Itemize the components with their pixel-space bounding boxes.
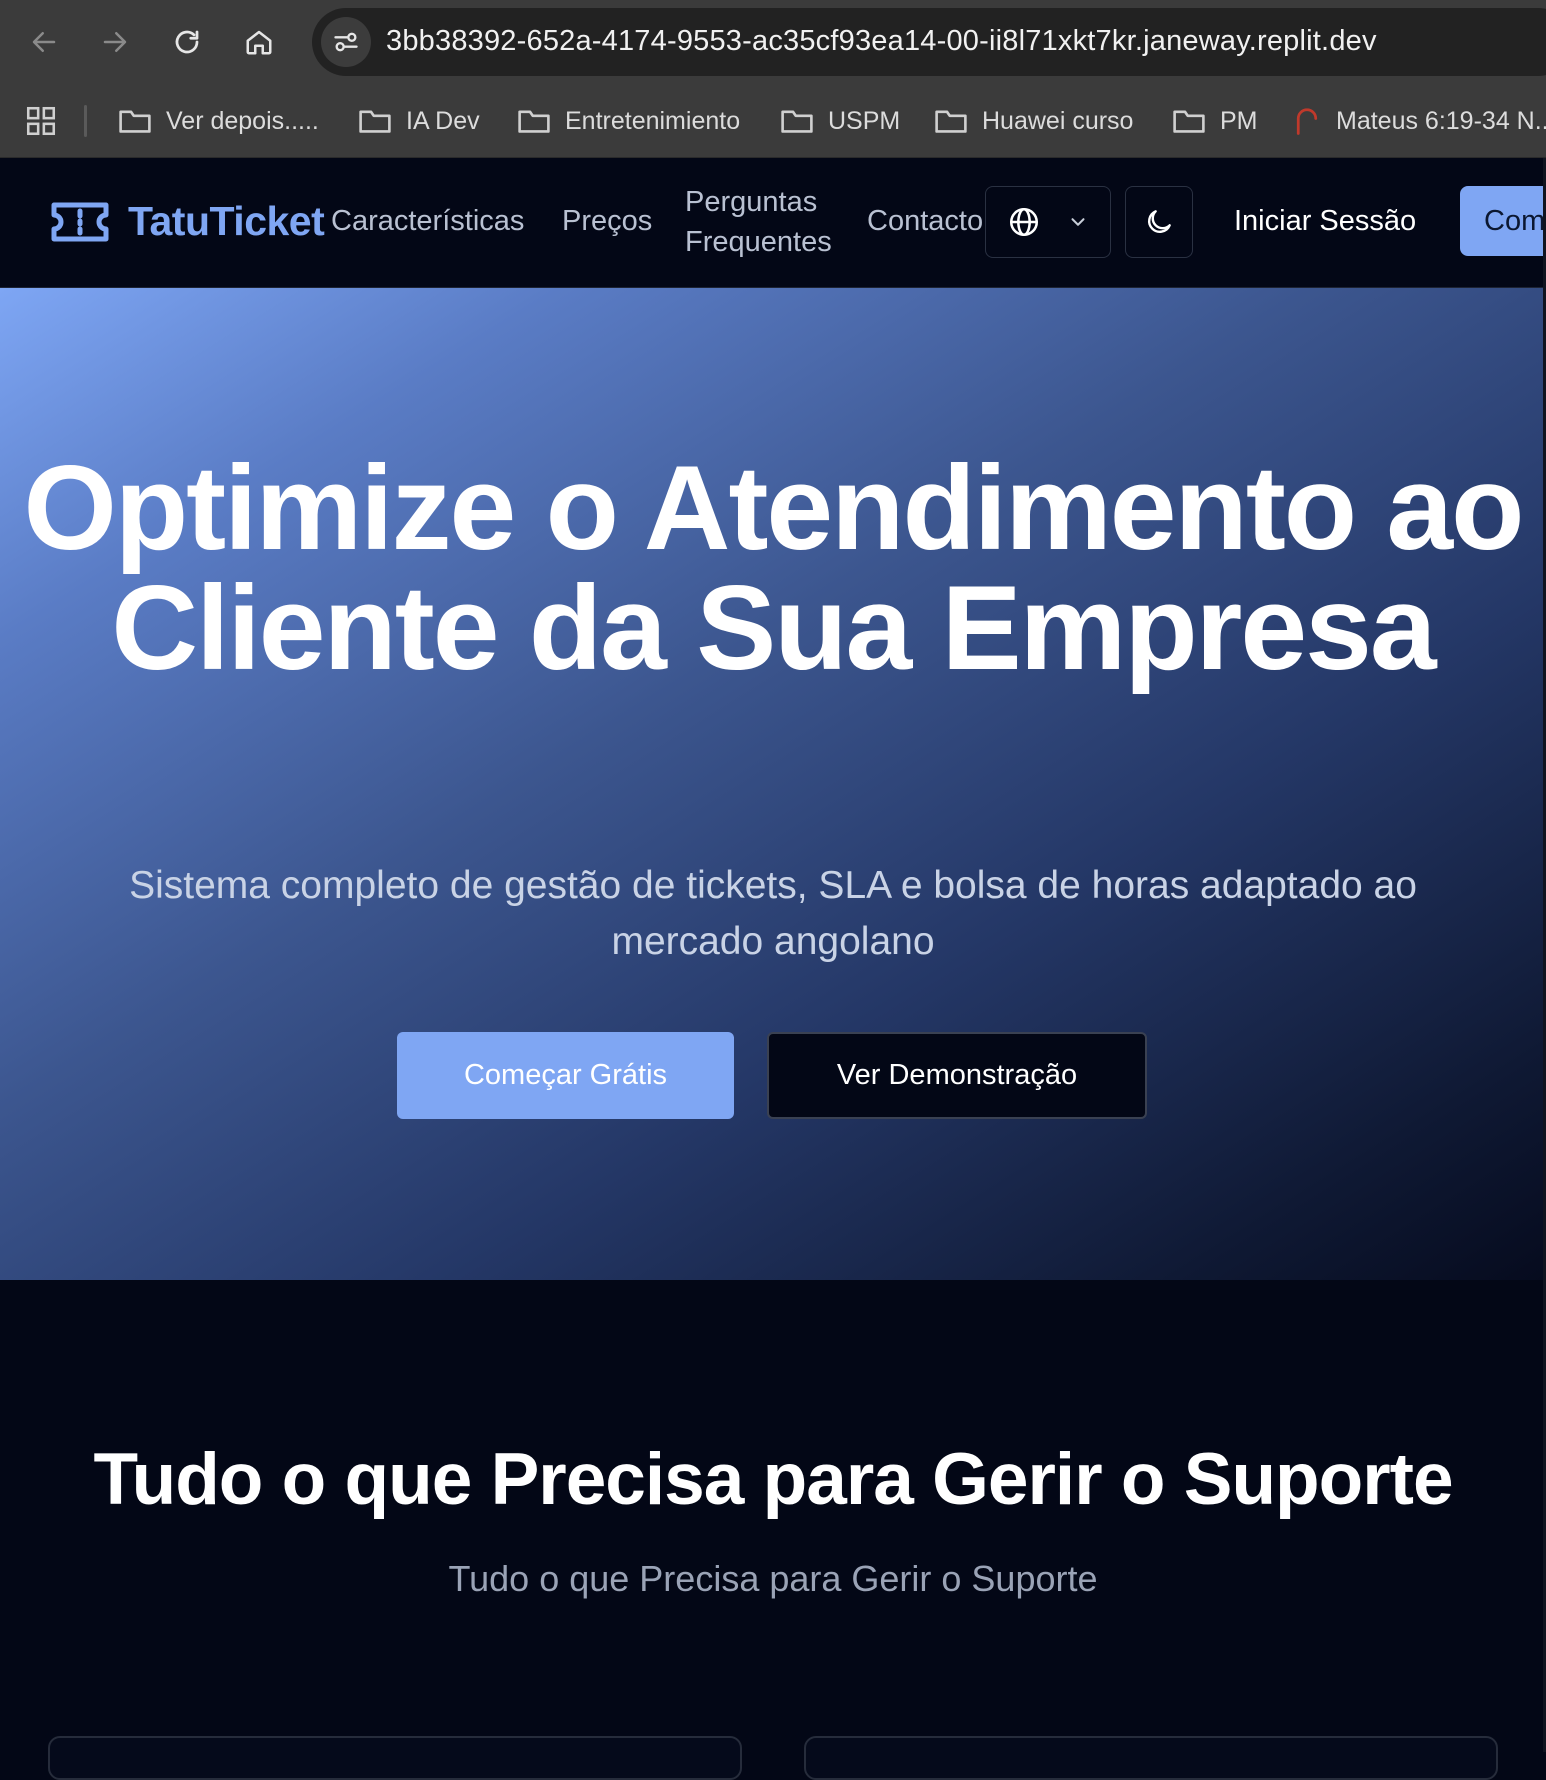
feature-card bbox=[804, 1736, 1498, 1780]
url-text[interactable]: 3bb38392-652a-4174-9553-ac35cf93ea14-00-… bbox=[386, 25, 1377, 58]
features-title: Tudo o que Precisa para Gerir o Suporte bbox=[93, 1439, 1453, 1520]
tune-icon bbox=[334, 32, 358, 52]
bookmark-label: Ver depois..... bbox=[166, 106, 319, 135]
address-bar[interactable]: 3bb38392-652a-4174-9553-ac35cf93ea14-00-… bbox=[312, 8, 1546, 76]
get-started-label: Com bbox=[1484, 205, 1546, 237]
back-button[interactable] bbox=[22, 20, 66, 64]
hero-section: Optimize o Atendimento ao Cliente da Sua… bbox=[0, 288, 1546, 1280]
ticket-icon bbox=[51, 202, 109, 241]
theme-toggle-button[interactable] bbox=[1125, 186, 1193, 258]
arrow-left-icon bbox=[32, 32, 56, 52]
reload-icon bbox=[175, 30, 199, 54]
bookmark-folder[interactable]: IA Dev bbox=[358, 103, 480, 139]
arrow-right-icon bbox=[103, 32, 127, 52]
bookmark-label: USPM bbox=[828, 106, 901, 135]
language-selector[interactable] bbox=[985, 186, 1111, 258]
bookmark-folder[interactable]: USPM bbox=[780, 103, 900, 139]
apps-grid-icon bbox=[26, 106, 56, 136]
get-started-button[interactable]: Com bbox=[1460, 186, 1546, 256]
globe-icon bbox=[1009, 207, 1039, 237]
bookmark-favicon-icon bbox=[1296, 108, 1318, 135]
chevron-down-icon bbox=[1071, 218, 1085, 226]
moon-icon bbox=[1148, 210, 1171, 233]
folder-icon bbox=[1173, 110, 1205, 133]
bookmark-link[interactable]: Mateus 6:19-34 N... bbox=[1292, 103, 1546, 139]
feature-card bbox=[48, 1736, 742, 1780]
brand-name: TatuTicket bbox=[128, 198, 325, 244]
bookmark-label: IA Dev bbox=[406, 106, 480, 135]
bookmark-label: PM bbox=[1220, 106, 1258, 135]
bookmark-label: Entretenimiento bbox=[565, 106, 741, 135]
folder-icon bbox=[518, 110, 550, 133]
nav-link-features[interactable]: Características bbox=[331, 205, 524, 238]
reload-button[interactable] bbox=[165, 20, 209, 64]
brand-logo[interactable]: TatuTicket bbox=[50, 198, 325, 245]
view-demo-button[interactable]: Ver Demonstração bbox=[767, 1032, 1147, 1119]
bookmarks-bar: Ver depois..... IA Dev Entretenimiento U… bbox=[0, 85, 1546, 158]
features-subtitle: Tudo o que Precisa para Gerir o Suporte bbox=[448, 1558, 1098, 1599]
bookmark-label: Mateus 6:19-34 N... bbox=[1336, 106, 1546, 135]
nav-link-faq[interactable]: Perguntas Frequentes bbox=[685, 182, 845, 262]
hero-title: Optimize o Atendimento ao Cliente da Sua… bbox=[23, 441, 1525, 695]
folder-icon bbox=[781, 110, 813, 133]
home-icon bbox=[246, 30, 272, 55]
login-link[interactable]: Iniciar Sessão bbox=[1234, 205, 1416, 238]
home-button[interactable] bbox=[237, 20, 281, 64]
bookmark-label: Huawei curso bbox=[982, 106, 1134, 135]
folder-icon bbox=[935, 110, 967, 133]
bookmark-folder[interactable]: Huawei curso bbox=[934, 103, 1133, 139]
start-free-button[interactable]: Começar Grátis bbox=[397, 1032, 734, 1119]
nav-link-contact[interactable]: Contacto bbox=[867, 205, 983, 238]
bookmarks-separator bbox=[84, 105, 87, 137]
apps-button[interactable] bbox=[24, 104, 58, 138]
bookmark-folder[interactable]: Entretenimiento bbox=[517, 103, 740, 139]
browser-toolbar: 3bb38392-652a-4174-9553-ac35cf93ea14-00-… bbox=[0, 0, 1546, 85]
folder-icon bbox=[359, 110, 391, 133]
nav-link-pricing[interactable]: Preços bbox=[562, 205, 652, 238]
hero-subtitle: Sistema completo de gestão de tickets, S… bbox=[129, 864, 1417, 963]
bookmark-folder[interactable]: Ver depois..... bbox=[118, 103, 319, 139]
forward-button[interactable] bbox=[93, 20, 137, 64]
site-navbar: TatuTicket Características Preços Pergun… bbox=[0, 158, 1546, 288]
site-info-button[interactable] bbox=[321, 17, 371, 67]
bookmark-folder[interactable]: PM bbox=[1172, 103, 1258, 139]
folder-icon bbox=[119, 110, 151, 133]
